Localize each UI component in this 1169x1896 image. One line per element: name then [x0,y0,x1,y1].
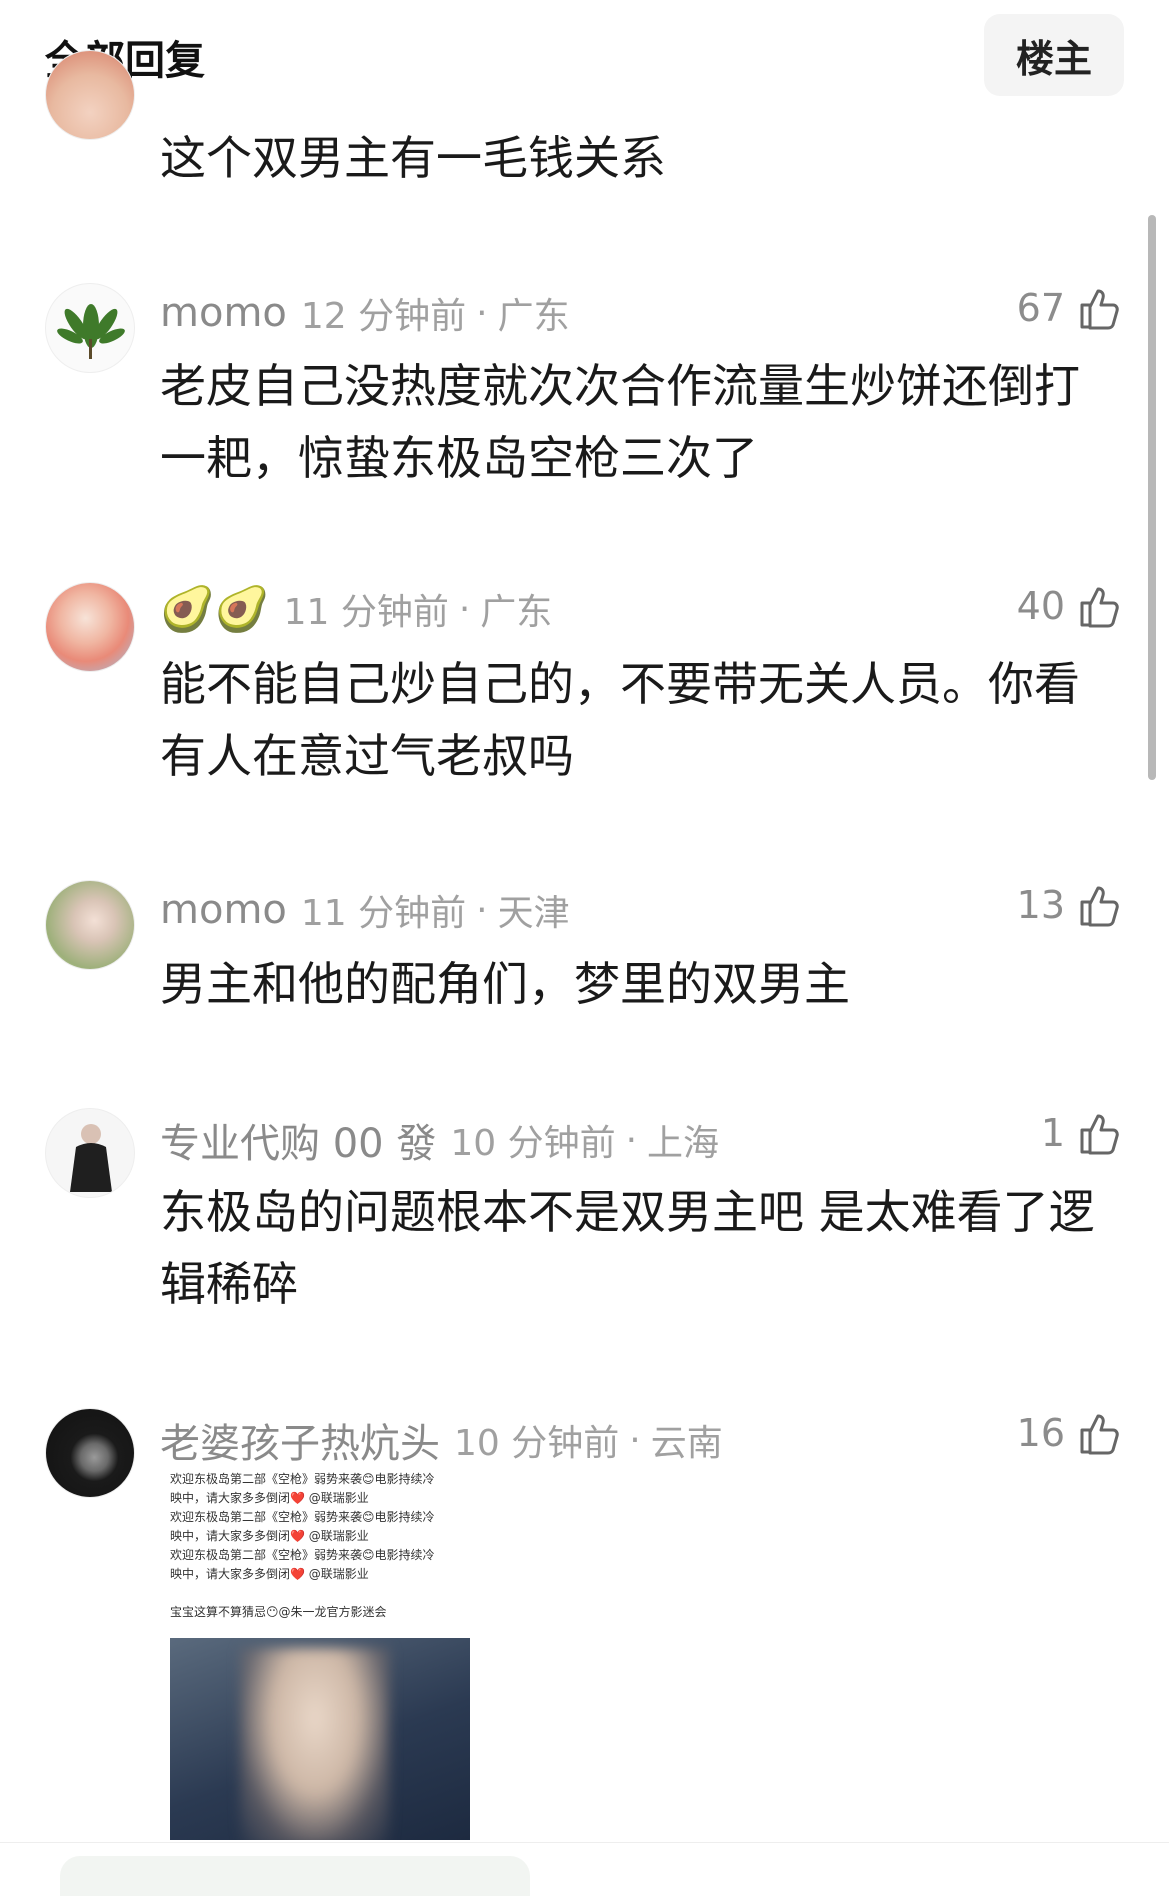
comment-meta: momo 12 分钟前 · 广东 [160,287,570,339]
scrollbar[interactable] [1148,215,1156,780]
username[interactable]: 老婆孩子热炕头 [160,1411,440,1469]
divider [0,1842,1169,1843]
location: 上海 [647,1123,720,1164]
like-count: 13 [1016,883,1065,927]
thumbs-up-icon [1080,886,1119,927]
owner-only-button[interactable]: 楼主 [984,14,1124,96]
like-count: 40 [1016,584,1065,628]
comment-meta: 专业代购 00 發 10 分钟前 · 上海 [160,1111,719,1169]
image-text-line: 映中，请大家多多倒闭❤️ @联瑞影业 [170,1491,369,1505]
timestamp: 12 分钟前 [300,296,467,337]
like-count: 1 [1040,1111,1065,1155]
like-count: 67 [1016,286,1065,330]
like-button[interactable]: 16 [1017,1410,1123,1456]
plant-icon [57,304,125,359]
reply-input-bar[interactable] [60,1856,530,1896]
username[interactable]: 专业代购 00 發 [160,1111,436,1169]
image-text-line: 欢迎东极岛第二部《空枪》弱势来袭😊电影持续冷 [170,1472,435,1486]
avatar[interactable] [45,283,135,373]
image-text-line [170,1584,480,1603]
location: 天津 [497,893,570,934]
username[interactable]: momo [160,887,287,933]
person-icon [70,1124,112,1192]
username[interactable]: momo [160,290,287,336]
timestamp: 10 分钟前 [454,1423,620,1464]
comment-text: 东极岛的问题根本不是双男主吧 是太难看了逻辑稀碎 [160,1185,1095,1311]
image-text-line: 欢迎东极岛第二部《空枪》弱势来袭😊电影持续冷 [170,1510,435,1524]
separator: · [625,1119,638,1161]
location: 广东 [480,592,553,633]
avatar[interactable] [45,582,135,672]
like-count: 16 [1016,1411,1065,1455]
blurred-photo [170,1638,470,1840]
image-text-line: 映中，请大家多多倒闭❤️ @联瑞影业 [170,1529,369,1543]
location: 云南 [650,1423,723,1464]
avatar[interactable] [45,50,135,140]
separator: · [629,1419,641,1461]
timestamp: 11 分钟前 [300,893,467,934]
thumbs-up-icon [1080,1114,1119,1155]
separator: · [476,292,488,334]
avatar[interactable] [45,1408,135,1498]
comment-meta: momo 11 分钟前 · 天津 [160,884,570,936]
comment-meta: 老婆孩子热炕头 10 分钟前 · 云南 [160,1411,723,1469]
like-button[interactable]: 67 [1017,285,1123,331]
image-text-line: 映中，请大家多多倒闭❤️ @联瑞影业 [170,1567,369,1581]
separator: · [476,889,488,931]
timestamp: 11 分钟前 [283,592,449,633]
thumbs-up-icon [1080,1414,1119,1455]
thumbs-up-icon [1080,587,1119,628]
comment-text: 男主和他的配角们，梦里的双男主 [160,957,850,1011]
header: 全部回复 楼主 [0,0,1169,112]
avatar[interactable] [45,880,135,970]
photo-subject [240,1648,390,1840]
like-button[interactable]: 13 [1017,882,1123,928]
comment-text: 这个双男主有一毛钱关系 [160,131,666,185]
timestamp: 10 分钟前 [450,1123,616,1164]
image-text-line: 欢迎东极岛第二部《空枪》弱势来袭😊电影持续冷 [170,1548,435,1562]
like-button[interactable]: 40 [1017,583,1123,629]
comment-text: 老皮自己没热度就次次合作流量生炒饼还倒打一耙，惊蛰东极岛空枪三次了 [160,359,1080,485]
username[interactable]: 🥑🥑 [160,583,270,635]
like-button[interactable]: 1 [1041,1110,1123,1156]
avatar[interactable] [45,1108,135,1198]
comment-image[interactable]: 欢迎东极岛第二部《空枪》弱势来袭😊电影持续冷 映中，请大家多多倒闭❤️ @联瑞影… [160,1470,480,1840]
separator: · [458,588,471,630]
comment-text: 能不能自己炒自己的，不要带无关人员。你看有人在意过气老叔吗 [160,657,1080,783]
comment-meta: 🥑🥑 11 分钟前 · 广东 [160,583,552,635]
thumbs-up-icon [1080,289,1119,330]
image-text-line: 宝宝这算不算猜忌😶@朱一龙官方影迷会 [170,1605,387,1619]
location: 广东 [497,296,570,337]
